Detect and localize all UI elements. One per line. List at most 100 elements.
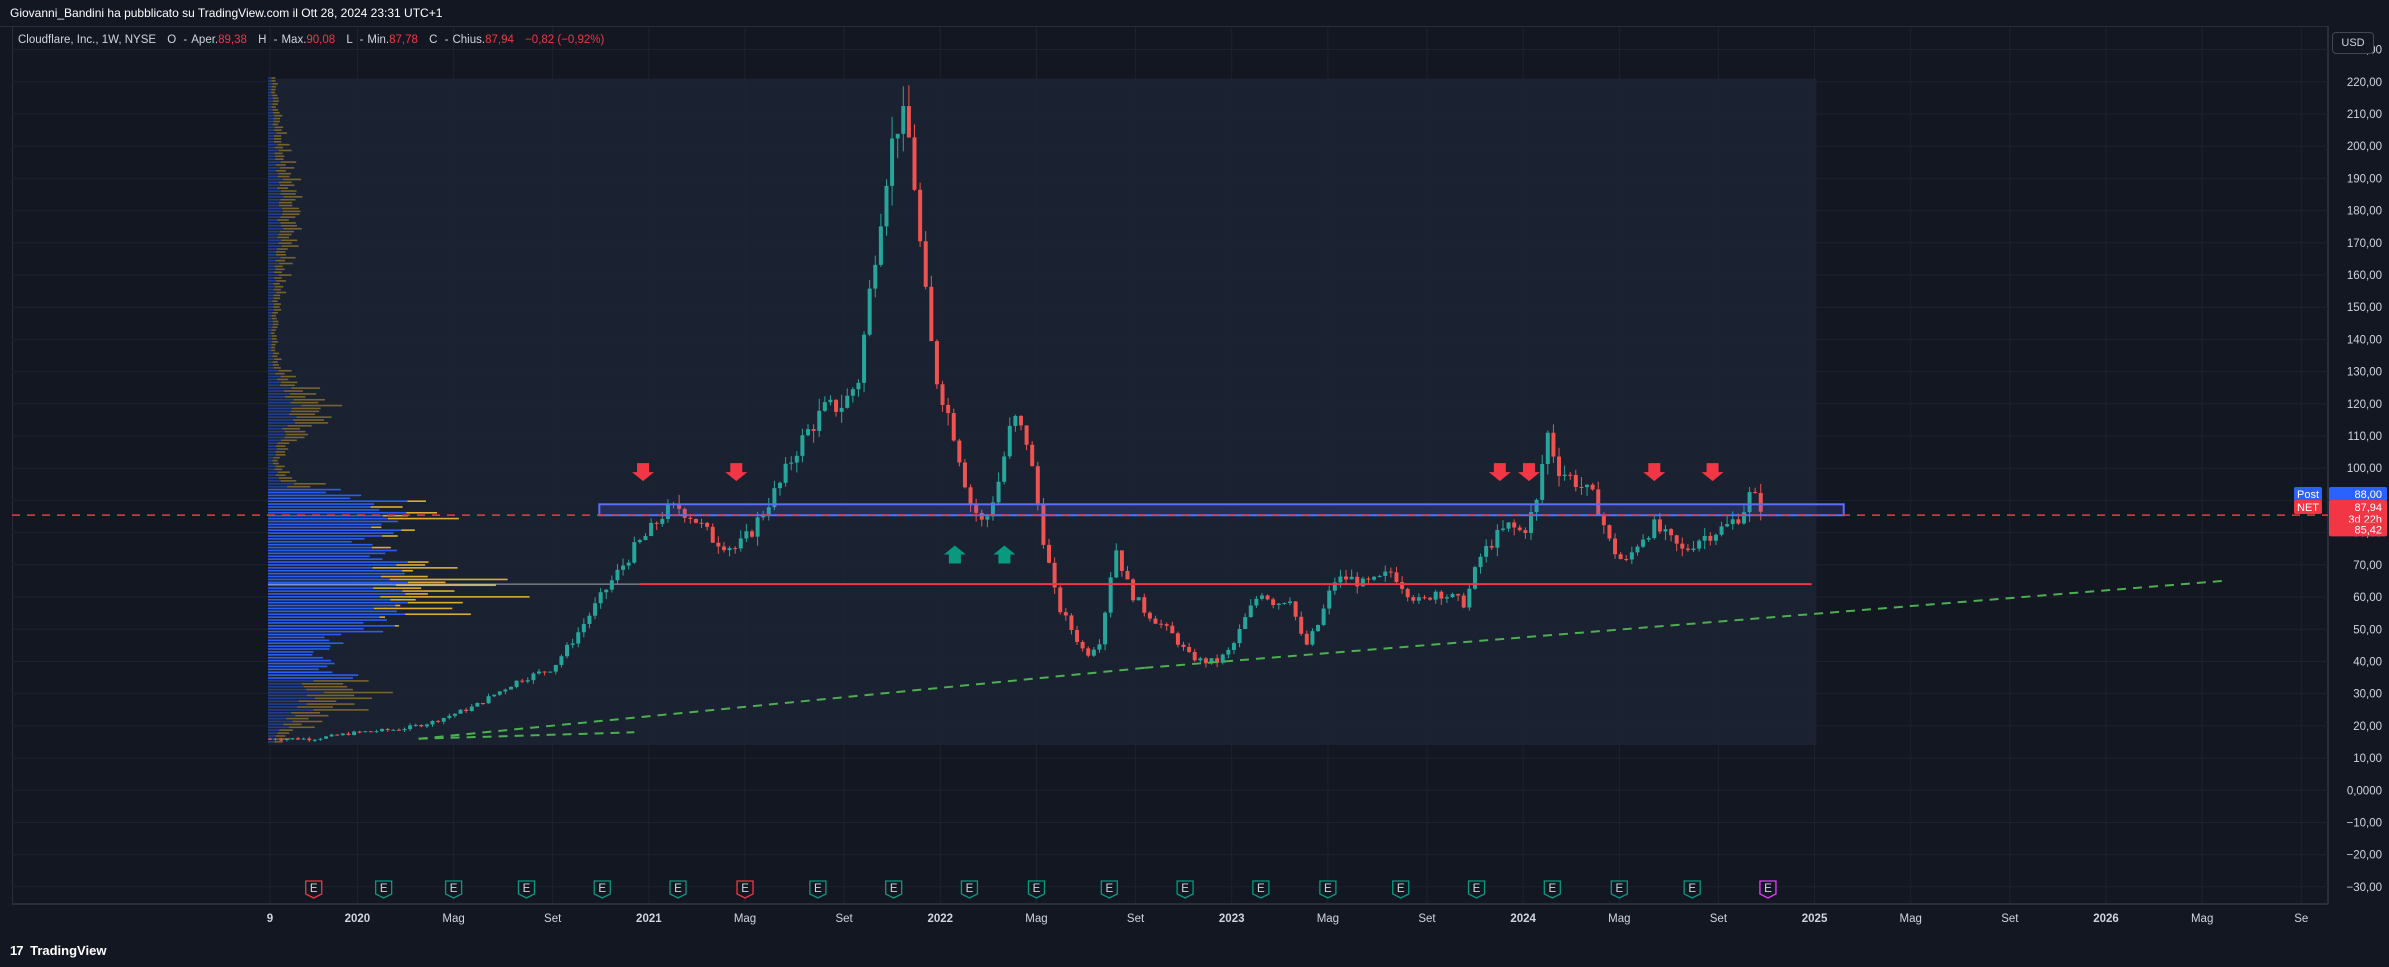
tradingview-logo[interactable]: 17 TradingView: [10, 934, 106, 967]
volume-profile-bar-down: [273, 111, 280, 114]
candle-body: [789, 462, 794, 464]
candle-body: [581, 623, 586, 633]
volume-profile-bar-down: [276, 132, 288, 134]
candle-body: [312, 739, 317, 741]
volume-profile-bar-down: [273, 288, 281, 291]
candle-body: [1192, 651, 1197, 661]
volume-profile-bar-down: [272, 311, 278, 314]
price-tick-label: 110,00: [2348, 431, 2382, 443]
candle-body: [744, 531, 749, 539]
volume-profile-bar-down: [278, 477, 293, 479]
candle-body: [402, 729, 407, 731]
candle-body: [447, 715, 452, 718]
volume-profile-bar-down: [373, 607, 453, 610]
volume-profile-bar-down: [281, 239, 298, 242]
volume-profile-bar-down: [271, 91, 275, 94]
candle-body: [946, 404, 951, 414]
time-tick-label: 2024: [1510, 913, 1536, 925]
candle-body: [1007, 425, 1012, 457]
candle-body: [951, 413, 956, 441]
volume-profile-bar-up: [268, 572, 405, 575]
volume-profile-bar-down: [280, 193, 296, 195]
volume-profile-bar-down: [295, 422, 329, 424]
volume-profile-bar-down: [279, 184, 295, 187]
event-marker-label: E: [450, 883, 458, 895]
candle-body: [1259, 595, 1264, 599]
candle-body: [1557, 456, 1562, 477]
volume-profile-bar-up: [268, 178, 283, 181]
candle-body: [626, 562, 631, 566]
candle-body: [531, 673, 536, 681]
volume-profile-bar-down: [272, 364, 279, 366]
candle-body: [856, 382, 861, 390]
candle-body: [1175, 633, 1180, 645]
candle-body: [1601, 515, 1606, 526]
candle-body: [1304, 633, 1309, 645]
volume-profile-bar-down: [283, 723, 302, 726]
candle-body: [486, 696, 491, 704]
candle-body: [441, 717, 446, 722]
volume-profile-bar-down: [281, 381, 298, 384]
volume-profile-bar-down: [271, 314, 276, 317]
volume-profile-bar-up: [268, 314, 272, 317]
candle-body: [497, 691, 502, 695]
volume-profile-bar-up: [268, 694, 307, 697]
volume-profile-bar-up: [268, 114, 275, 117]
volume-profile-bar-up: [268, 167, 280, 169]
candle-body: [800, 435, 805, 456]
candle-body: [660, 518, 665, 524]
volume-profile-bar-down: [295, 714, 329, 717]
candle-body: [469, 706, 474, 711]
symbol-tag-text: NET: [2297, 502, 2319, 514]
volume-profile-bar-down: [372, 567, 458, 569]
volume-profile-bar-down: [274, 740, 283, 743]
candle-body: [1069, 615, 1074, 631]
volume-profile-bar-up: [268, 569, 402, 572]
candle-body: [1153, 618, 1158, 624]
volume-profile-bar-up: [268, 538, 365, 540]
candle-body: [374, 731, 379, 733]
candle-body: [290, 738, 295, 740]
volume-profile-bar-up: [268, 511, 407, 514]
candle-body: [1299, 616, 1304, 634]
volume-profile-bar-down: [292, 720, 323, 723]
volume-profile-bar-up: [268, 711, 292, 714]
legend-low-value: 87,78: [389, 34, 418, 46]
currency-button[interactable]: USD: [2332, 32, 2374, 54]
volume-profile-bar-down: [286, 433, 309, 436]
volume-profile-bar-up: [268, 532, 394, 534]
volume-profile-bar-down: [407, 601, 463, 604]
volume-profile-bar-up: [268, 564, 397, 566]
volume-profile-bar-down: [290, 401, 319, 404]
volume-profile-bar-down: [275, 465, 285, 468]
volume-profile-bar-up: [268, 239, 282, 242]
event-marker-label: E: [674, 883, 682, 895]
volume-profile-bar-up: [268, 439, 282, 442]
volume-profile-bar-up: [268, 651, 314, 653]
volume-profile-bar-down: [278, 233, 292, 236]
volume-profile-bar-up: [268, 149, 279, 152]
candle-body: [346, 733, 351, 735]
volume-profile-bar-down: [279, 167, 295, 169]
volume-profile-bar-down: [278, 181, 292, 184]
candle-body: [452, 713, 457, 716]
candle-body: [1450, 594, 1455, 598]
volume-profile-bar-up: [268, 656, 323, 659]
time-tick-label: Set: [835, 913, 853, 925]
candle-body: [1383, 571, 1388, 576]
candle-body: [968, 487, 973, 504]
volume-profile-bar-up: [268, 349, 272, 352]
volume-profile-bar-down: [298, 700, 337, 702]
volume-profile-bar-up: [268, 500, 408, 502]
volume-profile-bar-up: [268, 671, 333, 674]
candle-body: [632, 542, 637, 563]
volume-profile-bar-down: [380, 575, 428, 578]
candle-body: [1725, 524, 1730, 527]
volume-profile-bar-down: [278, 204, 293, 207]
event-marker-label: E: [966, 883, 974, 895]
volume-profile-bar-up: [268, 729, 280, 731]
resistance-zone[interactable]: [598, 503, 1845, 517]
legend-symbol[interactable]: Cloudflare, Inc., 1W, NYSE: [18, 34, 156, 46]
candle-body: [1131, 579, 1136, 601]
candle-body: [352, 731, 357, 735]
